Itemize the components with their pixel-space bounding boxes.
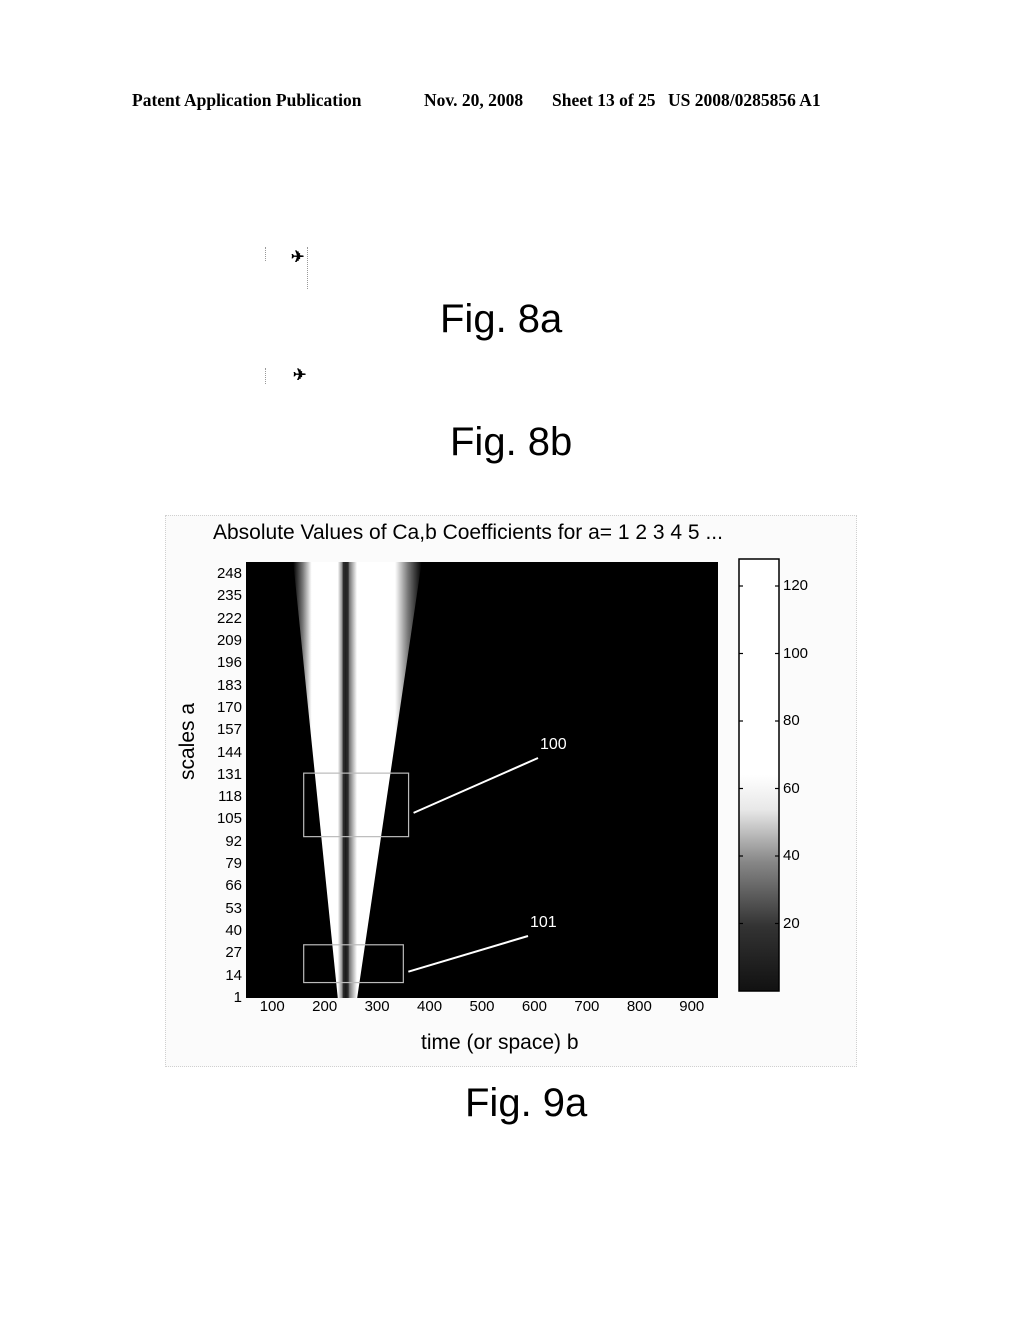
annotation-label-100: 100	[540, 736, 567, 753]
x-tick-label: 400	[417, 998, 443, 1015]
y-tick-label: 1	[233, 989, 242, 1006]
x-tick-label: 200	[312, 998, 338, 1015]
y-tick-label: 183	[216, 676, 242, 694]
y-tick-label: 92	[225, 832, 242, 850]
publication-date: Nov. 20, 2008	[424, 90, 524, 110]
aircraft-silhouette-icon: ✈	[293, 367, 307, 384]
annotation-label-101: 101	[530, 914, 557, 931]
x-tick-label: 100	[259, 998, 285, 1015]
y-tick-label: 40	[225, 922, 242, 940]
fig8b-image: ✈	[263, 362, 313, 407]
publication-label: Patent Application Publication	[132, 90, 362, 110]
x-tick-label: 600	[521, 998, 547, 1015]
x-tick-label: 500	[469, 998, 495, 1015]
y-tick-label: 157	[216, 721, 242, 739]
x-axis-label: time (or space) b	[421, 1031, 579, 1054]
colorbar-tick-label: 80	[783, 712, 800, 729]
heatmap-plot	[246, 562, 718, 998]
colorbar-tick-label: 120	[783, 577, 809, 594]
y-tick-label: 53	[225, 899, 242, 917]
colorbar	[738, 558, 780, 992]
patent-number: US 2008/0285856 A1	[668, 90, 821, 110]
y-tick-label: 105	[216, 810, 242, 828]
y-tick-label: 196	[216, 654, 242, 672]
fig9a-label: Fig. 9a	[465, 1081, 588, 1125]
x-tick-label: 300	[364, 998, 390, 1015]
y-tick-label: 14	[225, 966, 242, 984]
aircraft-silhouette-icon: ✈	[291, 249, 305, 266]
fig8b-label: Fig. 8b	[450, 420, 573, 464]
chart-title: Absolute Values of Ca,b Coefficients for…	[213, 521, 723, 544]
y-tick-label: 131	[216, 765, 242, 783]
y-tick-label: 144	[216, 743, 242, 761]
colorbar-gradient	[738, 558, 780, 992]
x-tick-label: 700	[574, 998, 600, 1015]
colorbar-tick-label: 100	[783, 644, 809, 662]
y-tick-label: 209	[216, 631, 242, 649]
colorbar-tick-label: 60	[783, 779, 800, 797]
colorbar-tick-label: 40	[783, 847, 800, 864]
y-tick-label: 222	[216, 609, 242, 627]
fig8a-label: Fig. 8a	[440, 297, 563, 341]
fig8a-image: ✈	[263, 245, 313, 290]
y-tick-label: 248	[216, 565, 242, 583]
x-tick-label: 900	[679, 998, 705, 1015]
colorbar-tick-label: 20	[783, 914, 800, 932]
sheet-number: Sheet 13 of 25	[552, 90, 656, 110]
y-tick-label: 235	[216, 587, 242, 605]
y-tick-label: 66	[225, 877, 242, 895]
y-tick-label: 79	[225, 855, 242, 873]
y-axis-label: scales a	[176, 702, 199, 780]
x-tick-label: 800	[626, 998, 652, 1015]
y-tick-label: 170	[216, 698, 242, 716]
y-tick-label: 27	[225, 944, 242, 962]
y-tick-label: 118	[218, 788, 242, 806]
